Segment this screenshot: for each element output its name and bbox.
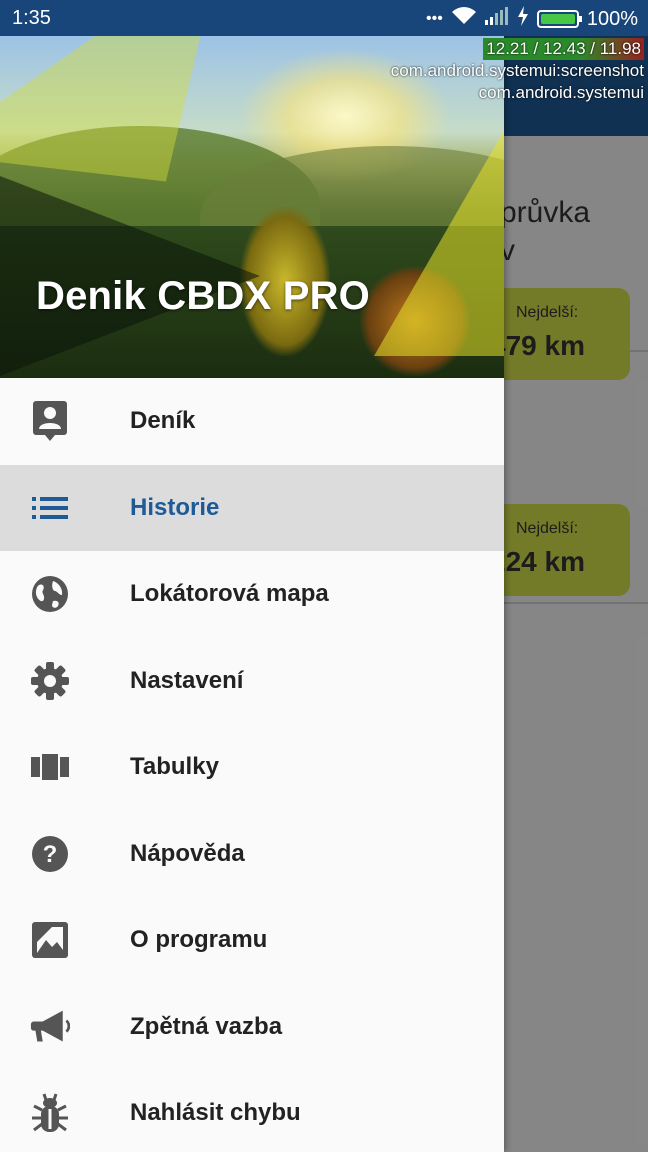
overlay-metrics: 12.21 / 12.43 / 11.98 (483, 38, 644, 60)
status-time: 1:35 (12, 7, 51, 29)
columns-icon (30, 747, 70, 787)
bug-icon (30, 1093, 70, 1133)
overlay-line2: com.android.systemui (478, 83, 644, 102)
menu-item-label: Nápověda (130, 839, 245, 867)
menu-item-tabulky[interactable]: Tabulky (0, 724, 504, 811)
menu-item-o-programu[interactable]: O programu (0, 897, 504, 984)
battery-percent: 100% (586, 7, 638, 30)
navigation-drawer: Denik CBDX PRO Deník Historie Lokátorová… (0, 36, 504, 1152)
charging-icon (517, 6, 529, 32)
menu-item-nastaveni[interactable]: Nastavení (0, 638, 504, 725)
signal-icon (484, 7, 509, 31)
svg-text:?: ? (43, 841, 58, 868)
menu-item-label: Deník (130, 407, 196, 435)
status-bar: 1:35 ••• 100% (0, 0, 648, 36)
more-dots-icon: ••• (426, 10, 443, 27)
menu-item-label: Historie (130, 493, 220, 521)
menu-item-label: Nastavení (130, 666, 244, 694)
drawer-title: Denik CBDX PRO (36, 274, 370, 318)
menu-item-label: Lokátorová mapa (130, 580, 329, 608)
battery-icon (536, 10, 582, 28)
menu-item-label: Zpětná vazba (130, 1012, 283, 1040)
menu-item-napoveda[interactable]: ? Nápověda (0, 811, 504, 898)
menu-item-label: Nahlásit chybu (130, 1099, 301, 1127)
menu-item-lokatorova-mapa[interactable]: Lokátorová mapa (0, 551, 504, 638)
menu-item-historie[interactable]: Historie (0, 464, 504, 551)
globe-icon (30, 574, 70, 614)
help-icon: ? (30, 834, 70, 874)
gear-icon (30, 661, 70, 701)
menu-item-label: Tabulky (130, 753, 219, 781)
contact-icon (30, 401, 70, 442)
list-icon (30, 488, 70, 528)
header-decor-triangle (374, 96, 504, 356)
megaphone-icon (30, 1007, 70, 1047)
menu-item-nahlasit-chybu[interactable]: Nahlásit chybu (0, 1070, 504, 1152)
menu-item-denik[interactable]: Deník (0, 378, 504, 465)
menu-item-zpetna-vazba[interactable]: Zpětná vazba (0, 984, 504, 1071)
wifi-icon (451, 6, 477, 32)
image-icon (30, 920, 70, 960)
overlay-line1: com.android.systemui:screenshot (390, 61, 644, 80)
status-icons: ••• 100% (426, 6, 638, 32)
menu-item-label: O programu (130, 926, 268, 954)
drawer-menu: Deník Historie Lokátorová mapa Nastavení… (0, 378, 504, 1152)
debug-overlay: 12.21 / 12.43 / 11.98 com.android.system… (391, 38, 644, 104)
